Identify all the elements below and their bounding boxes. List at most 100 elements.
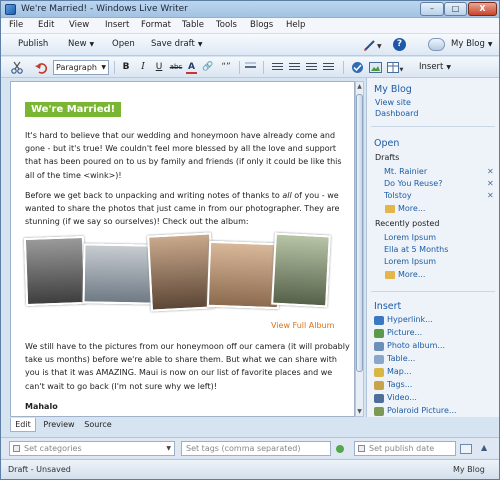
post-title[interactable]: We're Married! <box>25 102 122 117</box>
expand-properties-icon[interactable]: ▲ <box>481 443 487 452</box>
scroll-down-arrow[interactable]: ▼ <box>356 407 363 416</box>
remove-draft-icon[interactable]: ✕ <box>487 167 494 176</box>
svg-text:▼: ▼ <box>377 43 382 50</box>
insert-hyperlink-link[interactable]: Hyperlink... <box>387 315 433 324</box>
status-bar: Draft - Unsaved My Blog <box>1 459 499 479</box>
strikethrough-button[interactable]: abc <box>169 61 183 74</box>
more-drafts-link[interactable]: More... <box>398 204 425 213</box>
menu-file[interactable]: File <box>9 20 23 30</box>
post-paragraph-3[interactable]: We still have to the pictures from our h… <box>25 340 350 393</box>
post-paragraph-4[interactable]: Mahalo <box>25 400 350 413</box>
scroll-up-arrow[interactable]: ▲ <box>356 82 363 91</box>
cut-icon[interactable] <box>10 61 24 74</box>
menu-help[interactable]: Help <box>286 20 305 30</box>
tag-status-icon <box>336 445 344 453</box>
open-button[interactable]: Open <box>112 39 135 49</box>
publish-button[interactable]: Publish <box>18 39 48 49</box>
spellcheck-icon[interactable] <box>351 61 364 74</box>
insert-picture-link[interactable]: Picture... <box>387 328 422 337</box>
checkbox-icon <box>13 445 20 452</box>
publish-date-field[interactable]: Set publish date <box>354 441 456 456</box>
blog-switcher-button[interactable]: My Blog ▼ <box>451 39 492 49</box>
undo-icon[interactable] <box>35 61 48 74</box>
insert-table-link[interactable]: Table... <box>387 354 415 363</box>
paragraph-style-select[interactable]: Paragraph ▼ <box>53 60 109 75</box>
insert-tags-link[interactable]: Tags... <box>387 380 412 389</box>
underline-button[interactable]: U <box>154 61 164 74</box>
album-photo <box>206 240 282 310</box>
tab-edit[interactable]: Edit <box>10 418 36 432</box>
view-tabs: Edit Preview Source <box>10 418 355 433</box>
draft-item[interactable]: Tolstoy <box>384 191 412 200</box>
format-toolbar: Paragraph ▼ B I U abc A 🔗 “” ▼ Insert ▼ <box>1 57 499 78</box>
insert-polaroid-link[interactable]: Polaroid Picture... <box>387 406 457 415</box>
folder-icon <box>385 271 395 279</box>
scrollbar-thumb[interactable] <box>356 94 363 372</box>
blockquote-icon[interactable]: “” <box>220 61 232 74</box>
remove-draft-icon[interactable]: ✕ <box>487 191 494 200</box>
tags-input[interactable]: Set tags (comma separated) <box>181 441 331 456</box>
tab-preview[interactable]: Preview <box>40 418 78 432</box>
more-recent-link[interactable]: More... <box>398 270 425 279</box>
sidebar: My Blog View site Dashboard Open Drafts … <box>366 78 499 417</box>
emphasis-text: all <box>282 191 292 200</box>
insert-menu-button[interactable]: Insert ▼ <box>419 61 451 74</box>
pen-icon[interactable]: ▼ <box>362 38 382 52</box>
insert-table-icon[interactable]: ▼ <box>387 61 404 74</box>
save-draft-button[interactable]: Save draft ▼ <box>151 39 202 49</box>
draft-item[interactable]: Mt. Rainier <box>384 167 427 176</box>
align-left-icon[interactable] <box>272 63 283 72</box>
album-photo <box>271 232 331 308</box>
map-icon <box>374 368 384 377</box>
sidebar-divider <box>371 291 495 292</box>
menu-format[interactable]: Format <box>141 20 171 30</box>
view-full-album-link[interactable]: View Full Album <box>271 321 334 330</box>
recent-post-item[interactable]: Lorem Ipsum <box>384 257 436 266</box>
link-icon[interactable]: 🔗 <box>202 61 214 74</box>
post-paragraph-1[interactable]: It's hard to believe that our wedding an… <box>25 129 350 182</box>
new-button[interactable]: New ▼ <box>68 39 94 49</box>
chevron-down-icon: ▼ <box>197 41 203 48</box>
tab-source[interactable]: Source <box>80 418 116 432</box>
draft-item[interactable]: Do You Reuse? <box>384 179 442 188</box>
maximize-button[interactable]: □ <box>444 2 467 16</box>
insert-photo-album-link[interactable]: Photo album... <box>387 341 445 350</box>
post-paragraph-2[interactable]: Before we get back to unpacking and writ… <box>25 189 350 229</box>
menu-insert[interactable]: Insert <box>105 20 129 30</box>
insert-map-link[interactable]: Map... <box>387 367 412 376</box>
title-bar: We're Married! - Windows Live Writer – □… <box>1 1 499 18</box>
remove-draft-icon[interactable]: ✕ <box>487 179 494 188</box>
command-bar: Publish New ▼ Open Save draft ▼ ▼ ? My Blo… <box>1 34 499 56</box>
menu-tools[interactable]: Tools <box>216 20 237 30</box>
editor-scrollbar[interactable]: ▲ ▼ <box>355 81 364 417</box>
bold-button[interactable]: B <box>121 61 131 74</box>
help-icon[interactable]: ? <box>393 38 406 51</box>
hyperlink-icon <box>374 316 384 325</box>
menu-table[interactable]: Table <box>182 20 204 30</box>
bullet-list-icon[interactable] <box>323 63 334 72</box>
view-site-link[interactable]: View site <box>375 98 411 107</box>
menu-view[interactable]: View <box>69 20 89 30</box>
italic-button[interactable]: I <box>139 61 147 74</box>
new-label: New <box>68 39 87 49</box>
toolbar-divider <box>343 61 344 74</box>
minimize-button[interactable]: – <box>420 2 444 16</box>
recent-post-item[interactable]: Ella at 5 Months <box>384 245 448 254</box>
paragraph-style-value: Paragraph <box>56 63 97 72</box>
post-editor[interactable]: We're Married! It's hard to believe that… <box>10 81 355 417</box>
insert-video-link[interactable]: Video... <box>387 393 417 402</box>
recent-post-item[interactable]: Lorem Ipsum <box>384 233 436 242</box>
insert-picture-icon[interactable] <box>369 61 382 74</box>
align-right-icon[interactable] <box>306 63 317 72</box>
strikeout-line-icon[interactable] <box>245 62 256 73</box>
font-color-button[interactable]: A <box>186 61 197 74</box>
menu-edit[interactable]: Edit <box>38 20 54 30</box>
align-center-icon[interactable] <box>289 63 300 72</box>
checkbox-icon[interactable] <box>358 445 365 452</box>
menu-blogs[interactable]: Blogs <box>250 20 273 30</box>
dashboard-link[interactable]: Dashboard <box>375 109 418 118</box>
calendar-icon[interactable] <box>460 444 472 454</box>
categories-select[interactable]: Set categories ▼ <box>9 441 175 456</box>
close-button[interactable]: X <box>468 2 497 16</box>
video-icon <box>374 394 384 403</box>
